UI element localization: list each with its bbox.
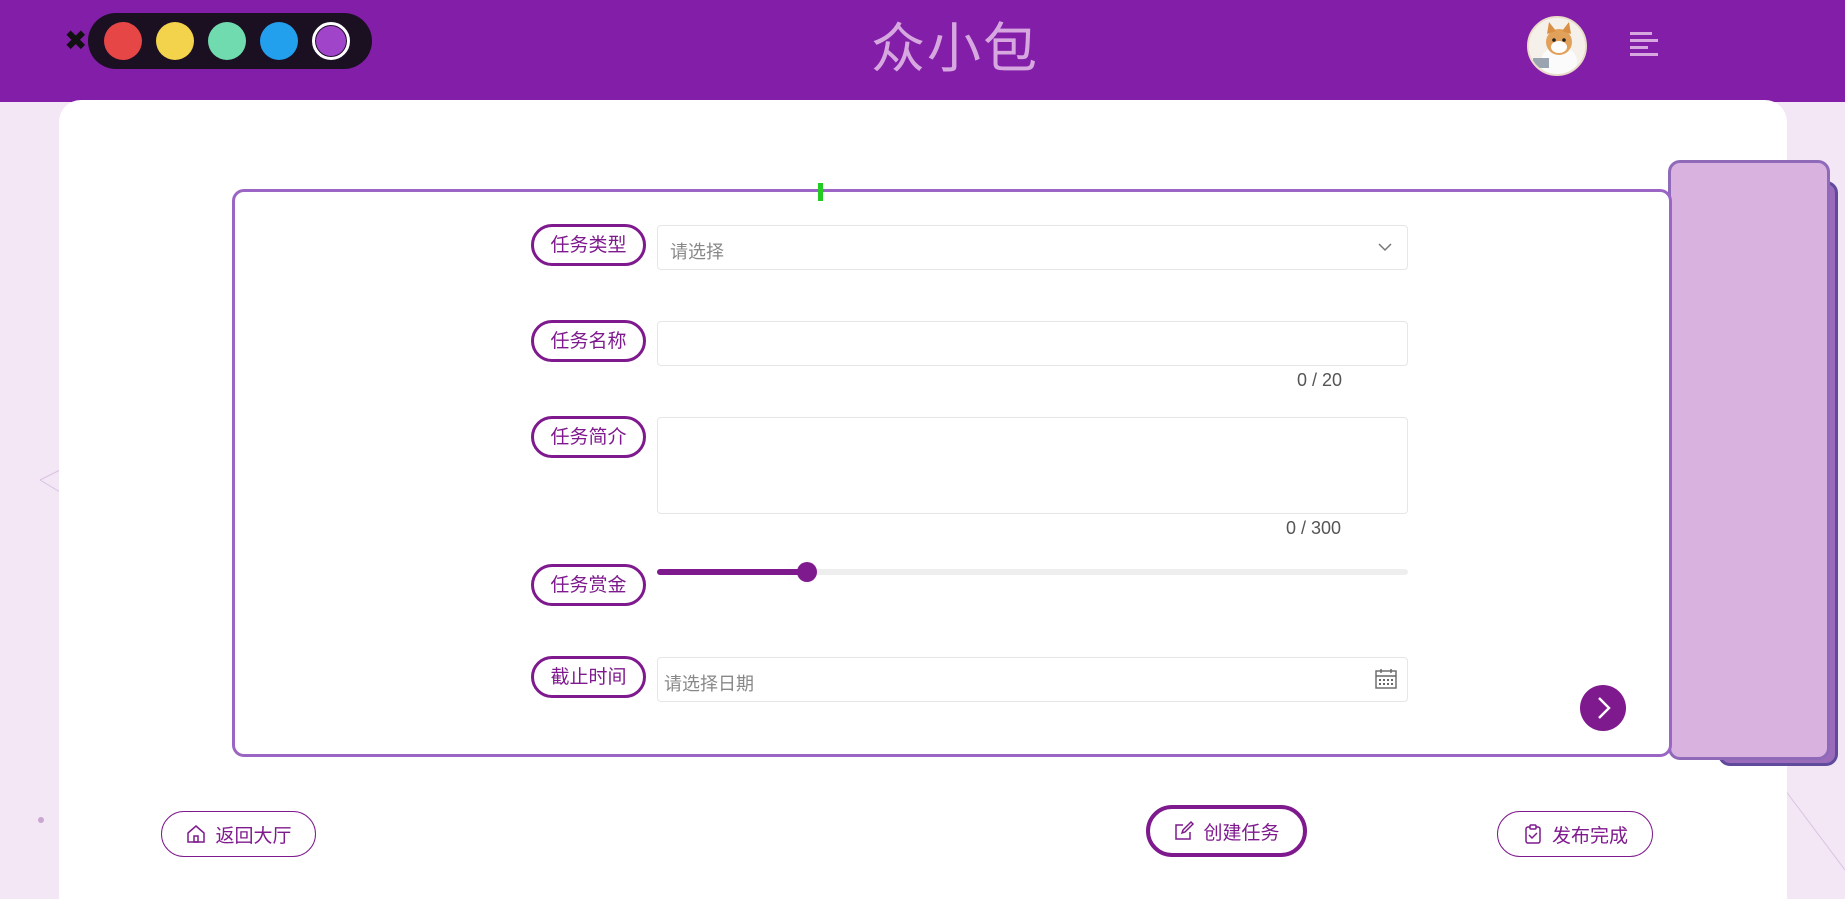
user-avatar[interactable]	[1527, 16, 1587, 76]
task-type-select[interactable]: 请选择	[657, 225, 1408, 270]
back-to-lobby-label: 返回大厅	[215, 824, 292, 847]
theme-swatch-yellow[interactable]	[156, 22, 194, 60]
back-to-lobby-button[interactable]: 返回大厅	[161, 811, 316, 857]
task-type-placeholder: 请选择	[670, 242, 724, 263]
task-name-input[interactable]	[657, 321, 1408, 366]
calendar-icon	[1375, 669, 1397, 689]
create-task-label: 创建任务	[1203, 821, 1280, 844]
theme-color-palette	[88, 13, 372, 69]
deadline-date-picker[interactable]: 请选择日期	[657, 657, 1408, 702]
task-desc-counter: 0 / 300	[1286, 518, 1342, 538]
deadline-placeholder: 请选择日期	[664, 674, 754, 695]
stacked-card-middle	[1668, 160, 1830, 760]
reward-slider-fill	[657, 569, 808, 575]
theme-swatch-blue[interactable]	[260, 22, 298, 60]
chevron-down-icon	[1378, 243, 1392, 252]
app-title: 众小包	[871, 17, 1039, 80]
theme-swatch-purple[interactable]	[312, 22, 350, 60]
clipboard-check-icon	[1525, 824, 1541, 844]
publish-complete-label: 发布完成	[1551, 824, 1628, 847]
cat-avatar-icon	[1529, 18, 1585, 74]
deadline-label: 截止时间	[531, 656, 646, 698]
task-desc-textarea[interactable]	[657, 417, 1408, 514]
publish-complete-button[interactable]: 发布完成	[1497, 811, 1653, 857]
create-task-button[interactable]: 创建任务	[1146, 805, 1307, 857]
reward-slider[interactable]	[657, 562, 1408, 582]
chevron-right-icon	[1598, 697, 1611, 719]
task-name-label: 任务名称	[531, 320, 646, 362]
next-step-button[interactable]	[1580, 685, 1626, 731]
task-reward-label: 任务赏金	[531, 564, 646, 606]
task-desc-label: 任务简介	[531, 416, 646, 458]
close-palette-icon[interactable]: ✖	[64, 26, 88, 56]
task-type-label: 任务类型	[531, 224, 646, 266]
edit-icon	[1175, 820, 1195, 840]
align-left-icon[interactable]	[1630, 30, 1660, 56]
theme-swatch-green[interactable]	[208, 22, 246, 60]
text-cursor-marker	[818, 183, 823, 201]
top-bar: ✖ 众小包	[0, 0, 1845, 102]
task-name-counter: 0 / 20	[1297, 370, 1343, 390]
home-icon	[187, 825, 206, 843]
theme-swatch-red[interactable]	[104, 22, 142, 60]
